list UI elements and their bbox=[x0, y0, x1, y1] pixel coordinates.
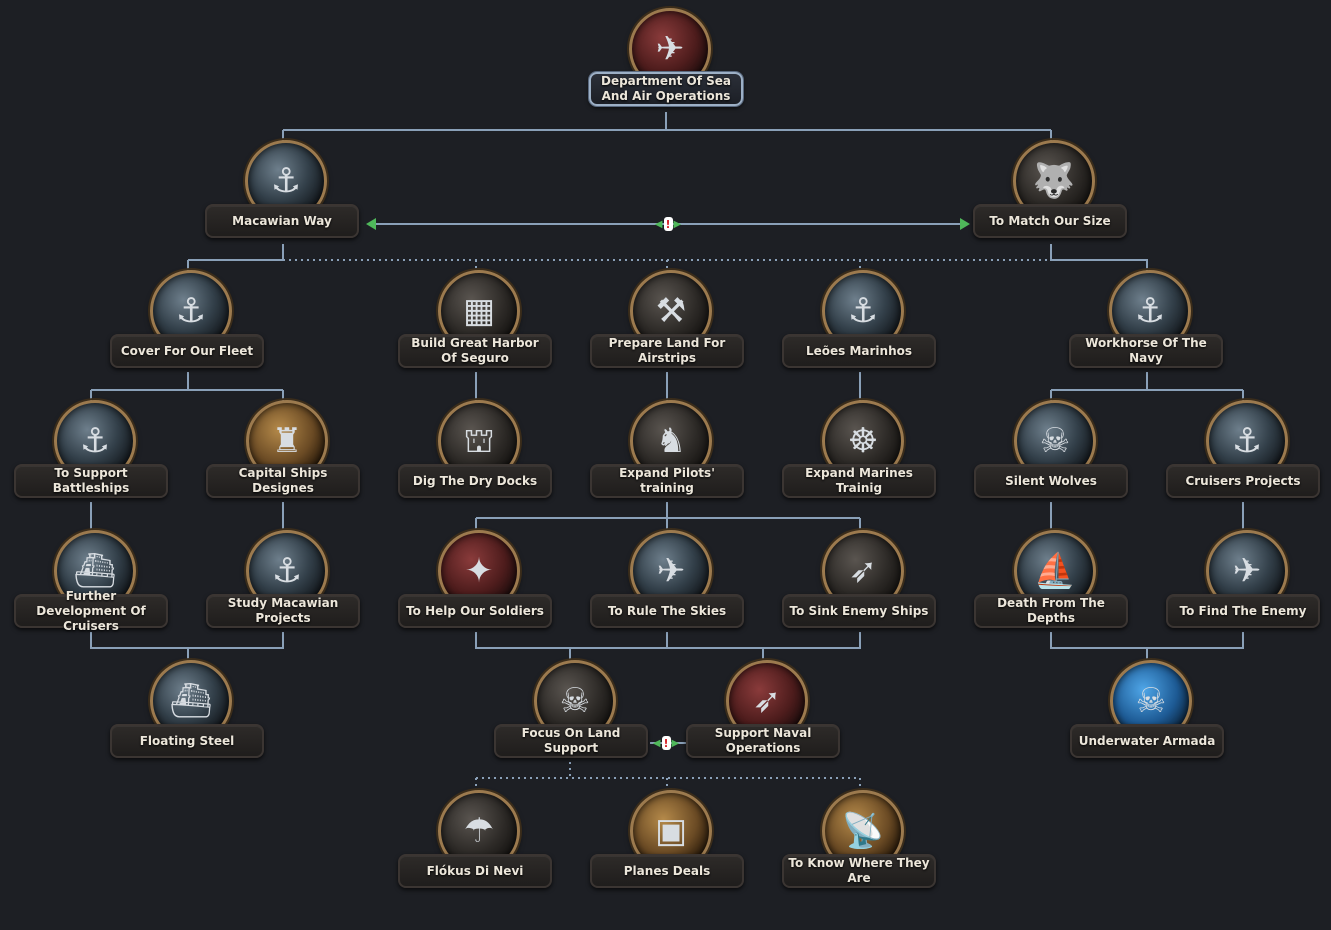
focus-death-depths[interactable]: ⛵ Death From The Depths bbox=[974, 530, 1134, 670]
focus-sink-enemy[interactable]: ➶ To Sink Enemy Ships bbox=[782, 530, 942, 670]
focus-expand-marines[interactable]: ☸ Expand Marines Trainig bbox=[782, 400, 942, 540]
focus-label: Further Development Of Cruisers bbox=[14, 589, 168, 633]
focus-label: Underwater Armada bbox=[1070, 724, 1224, 758]
focus-label: Dig The Dry Docks bbox=[398, 464, 552, 498]
focus-label: To Support Battleships bbox=[14, 464, 168, 498]
focus-tree: ✈ Department Of Sea And Air Operations ⚓… bbox=[0, 0, 1331, 899]
focus-leoes-marinhos[interactable]: ⚓ Leões Marinhos bbox=[782, 270, 942, 410]
focus-to-know-where[interactable]: 📡 To Know Where They Are bbox=[782, 790, 942, 930]
mutually-exclusive-icon: ◀! ▶ bbox=[652, 736, 680, 750]
focus-flokus-di-nevi[interactable]: ☂ Flókus Di Nevi bbox=[398, 790, 558, 930]
focus-support-naval-ops[interactable]: ➶ Support Naval Operations bbox=[686, 660, 846, 800]
focus-label: To Know Where They Are bbox=[782, 854, 936, 888]
focus-support-battleships[interactable]: ⚓ To Support Battleships bbox=[14, 400, 174, 540]
focus-find-enemy[interactable]: ✈ To Find The Enemy bbox=[1166, 530, 1326, 670]
focus-label: Capital Ships Designes bbox=[206, 464, 360, 498]
focus-label: Cover For Our Fleet bbox=[110, 334, 264, 368]
focus-label: To Match Our Size bbox=[973, 204, 1127, 238]
focus-label: Support Naval Operations bbox=[686, 724, 840, 758]
focus-macawian-way[interactable]: ⚓ Macawian Way bbox=[205, 140, 365, 280]
focus-label: Planes Deals bbox=[590, 854, 744, 888]
focus-build-great-harbor[interactable]: ▦ Build Great Harbor Of Seguro bbox=[398, 270, 558, 410]
focus-capital-ships[interactable]: ♜ Capital Ships Designes bbox=[206, 400, 366, 540]
focus-dry-docks[interactable]: ⛫ Dig The Dry Docks bbox=[398, 400, 558, 540]
focus-study-macawian[interactable]: ⚓ Study Macawian Projects bbox=[206, 530, 366, 670]
focus-label: To Sink Enemy Ships bbox=[782, 594, 936, 628]
focus-label: Death From The Depths bbox=[974, 594, 1128, 628]
focus-label: To Find The Enemy bbox=[1166, 594, 1320, 628]
focus-floating-steel[interactable]: ⛴ Floating Steel bbox=[110, 660, 270, 800]
focus-land-support[interactable]: ☠ Focus On Land Support bbox=[494, 660, 654, 800]
focus-label: To Help Our Soldiers bbox=[398, 594, 552, 628]
focus-department-sea-air[interactable]: ✈ Department Of Sea And Air Operations bbox=[589, 8, 749, 148]
focus-label: Prepare Land For Airstrips bbox=[590, 334, 744, 368]
focus-silent-wolves[interactable]: ☠ Silent Wolves bbox=[974, 400, 1134, 540]
focus-workhorse-navy[interactable]: ⚓ Workhorse Of The Navy bbox=[1069, 270, 1229, 410]
focus-label: Leões Marinhos bbox=[782, 334, 936, 368]
focus-label: Cruisers Projects bbox=[1166, 464, 1320, 498]
focus-label: Flókus Di Nevi bbox=[398, 854, 552, 888]
focus-cover-for-our-fleet[interactable]: ⚓ Cover For Our Fleet bbox=[110, 270, 270, 410]
focus-help-soldiers[interactable]: ✦ To Help Our Soldiers bbox=[398, 530, 558, 670]
focus-label: Study Macawian Projects bbox=[206, 594, 360, 628]
focus-label: Silent Wolves bbox=[974, 464, 1128, 498]
focus-cruisers-projects[interactable]: ⚓ Cruisers Projects bbox=[1166, 400, 1326, 540]
focus-rule-skies[interactable]: ✈ To Rule The Skies bbox=[590, 530, 750, 670]
focus-label: To Rule The Skies bbox=[590, 594, 744, 628]
focus-label: Workhorse Of The Navy bbox=[1069, 334, 1223, 368]
focus-label: Expand Pilots' training bbox=[590, 464, 744, 498]
focus-underwater-armada[interactable]: ☠ Underwater Armada bbox=[1070, 660, 1230, 800]
focus-prepare-land-airstrips[interactable]: ⚒ Prepare Land For Airstrips bbox=[590, 270, 750, 410]
focus-expand-pilots[interactable]: ♞ Expand Pilots' training bbox=[590, 400, 750, 540]
focus-label: Macawian Way bbox=[205, 204, 359, 238]
focus-label: Build Great Harbor Of Seguro bbox=[398, 334, 552, 368]
mutually-exclusive-icon: ◀! ▶ bbox=[654, 217, 682, 231]
focus-match-our-size[interactable]: 🐺 To Match Our Size bbox=[973, 140, 1133, 280]
focus-further-cruisers[interactable]: ⛴ Further Development Of Cruisers bbox=[14, 530, 174, 670]
focus-label: Expand Marines Trainig bbox=[782, 464, 936, 498]
focus-label: Floating Steel bbox=[110, 724, 264, 758]
focus-label: Focus On Land Support bbox=[494, 724, 648, 758]
focus-planes-deals[interactable]: ▣ Planes Deals bbox=[590, 790, 750, 930]
focus-label: Department Of Sea And Air Operations bbox=[589, 72, 743, 106]
